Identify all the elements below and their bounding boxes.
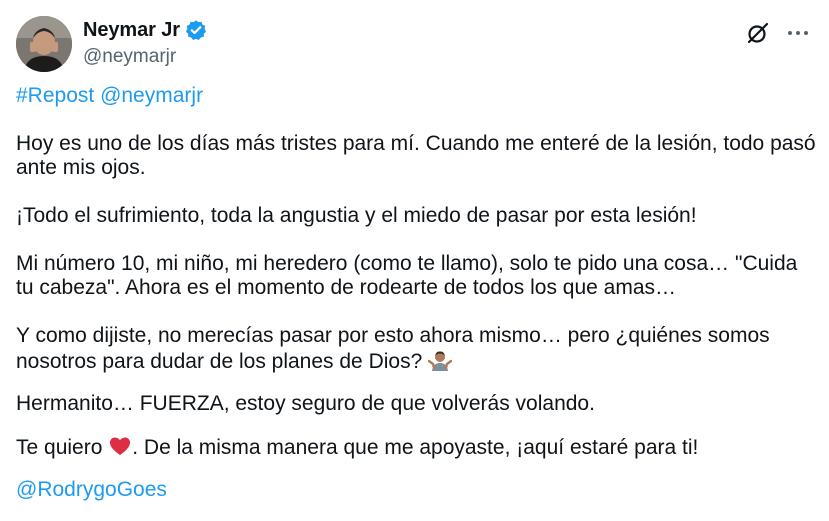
hashtag-link[interactable]: #Repost bbox=[16, 84, 94, 107]
paragraph-6-text-a: Te quiero bbox=[16, 436, 103, 459]
paragraph-6-text-b: . De la misma manera que me apoyaste, ¡a… bbox=[132, 436, 699, 459]
paragraph-1: Hoy es uno de los días más tristes para … bbox=[16, 132, 822, 179]
avatar[interactable] bbox=[16, 16, 72, 72]
header-actions bbox=[745, 20, 811, 46]
paragraph-4-text: Y como dijiste, no merecías pasar por es… bbox=[16, 324, 776, 373]
slash-circle-icon[interactable] bbox=[745, 20, 771, 46]
repost-mention-link[interactable]: @neymarjr bbox=[100, 84, 203, 107]
paragraph-2: ¡Todo el sufrimiento, toda la angustia y… bbox=[16, 204, 697, 227]
user-handle[interactable]: @neymarjr bbox=[83, 46, 207, 68]
verified-badge-icon bbox=[185, 19, 207, 41]
person-shrugging-emoji bbox=[427, 348, 453, 372]
user-names: Neymar Jr @neymarjr bbox=[83, 17, 207, 68]
paragraph-6: Te quiero . De la misma manera que me ap… bbox=[16, 434, 816, 460]
paragraph-5: Hermanito… FUERZA, estoy seguro de que v… bbox=[16, 392, 595, 415]
more-dots-icon[interactable] bbox=[785, 20, 811, 46]
paragraph-3: Mi número 10, mi niño, mi heredero (como… bbox=[16, 252, 804, 299]
mention-link[interactable]: @RodrygoGoes bbox=[16, 478, 167, 501]
tweet-header: Neymar Jr @neymarjr bbox=[16, 16, 813, 74]
tweet: Neymar Jr @neymarjr #Repost @neymarjr Ho… bbox=[0, 0, 829, 521]
repost-line: #Repost @neymarjr bbox=[16, 84, 816, 108]
tweet-text: #Repost @neymarjr Hoy es uno de los días… bbox=[16, 84, 816, 502]
paragraph-4: Y como dijiste, no merecías pasar por es… bbox=[16, 324, 816, 374]
display-name[interactable]: Neymar Jr bbox=[83, 19, 180, 42]
mention-line: @RodrygoGoes bbox=[16, 478, 816, 502]
red-heart-emoji bbox=[108, 434, 132, 458]
